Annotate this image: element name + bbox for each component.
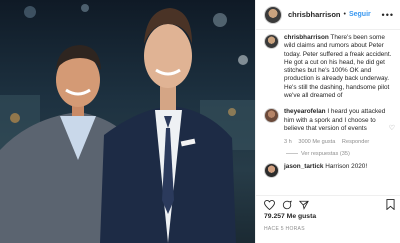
comment-username[interactable]: jason_tartick: [284, 163, 323, 170]
commenter-avatar[interactable]: [264, 162, 279, 178]
likes-count[interactable]: 79.257 Me gusta: [264, 213, 316, 220]
post-side-panel: chrisbharrison • Seguir ••• chrisbharris…: [255, 0, 400, 243]
share-icon[interactable]: [299, 200, 309, 210]
view-replies-link[interactable]: Ver respuestas (35): [286, 151, 395, 157]
post-header: chrisbharrison • Seguir •••: [256, 0, 400, 30]
post-photo[interactable]: [0, 0, 255, 243]
comment-username[interactable]: theyearofelan: [284, 108, 326, 115]
comment-likes[interactable]: 3000 Me gusta: [298, 139, 335, 145]
more-options-icon[interactable]: •••: [382, 10, 394, 20]
photo-illustration: [0, 4, 255, 243]
commenter-avatar[interactable]: [264, 108, 279, 124]
separator-dot: •: [343, 11, 346, 18]
author-avatar[interactable]: [264, 5, 282, 24]
caption-avatar[interactable]: [264, 34, 279, 49]
comment-icon[interactable]: [282, 200, 292, 210]
author-username[interactable]: chrisbharrison: [288, 10, 341, 19]
instagram-post: chrisbharrison • Seguir ••• chrisbharris…: [0, 0, 400, 243]
list-item: theyearofelan I heard you attacked him w…: [264, 108, 395, 146]
post-actions: [256, 195, 400, 213]
comment-like-heart-icon[interactable]: ♡: [389, 124, 395, 132]
caption-comment: chrisbharrison There's been some wild cl…: [264, 34, 395, 100]
post-timestamp: HACE 5 HORAS: [264, 226, 305, 232]
comment-username[interactable]: chrisbharrison: [284, 34, 329, 41]
comment-age: 3 h: [284, 139, 292, 146]
view-replies-label: Ver respuestas (35): [301, 150, 350, 157]
comment-text: Harrison 2020!: [325, 162, 368, 170]
reply-button[interactable]: Responder: [342, 139, 369, 145]
comment-text: There's been some wild claims and rumors…: [284, 34, 392, 100]
heart-icon[interactable]: [264, 199, 275, 210]
follow-button[interactable]: Seguir: [349, 11, 371, 18]
list-item: jason_tartick Harrison 2020!: [264, 162, 395, 178]
comment-meta: 3 h 3000 Me gusta Responder: [284, 138, 386, 146]
comments-list[interactable]: chrisbharrison There's been some wild cl…: [256, 34, 400, 190]
replies-line: [286, 152, 298, 154]
save-icon[interactable]: [386, 199, 395, 210]
